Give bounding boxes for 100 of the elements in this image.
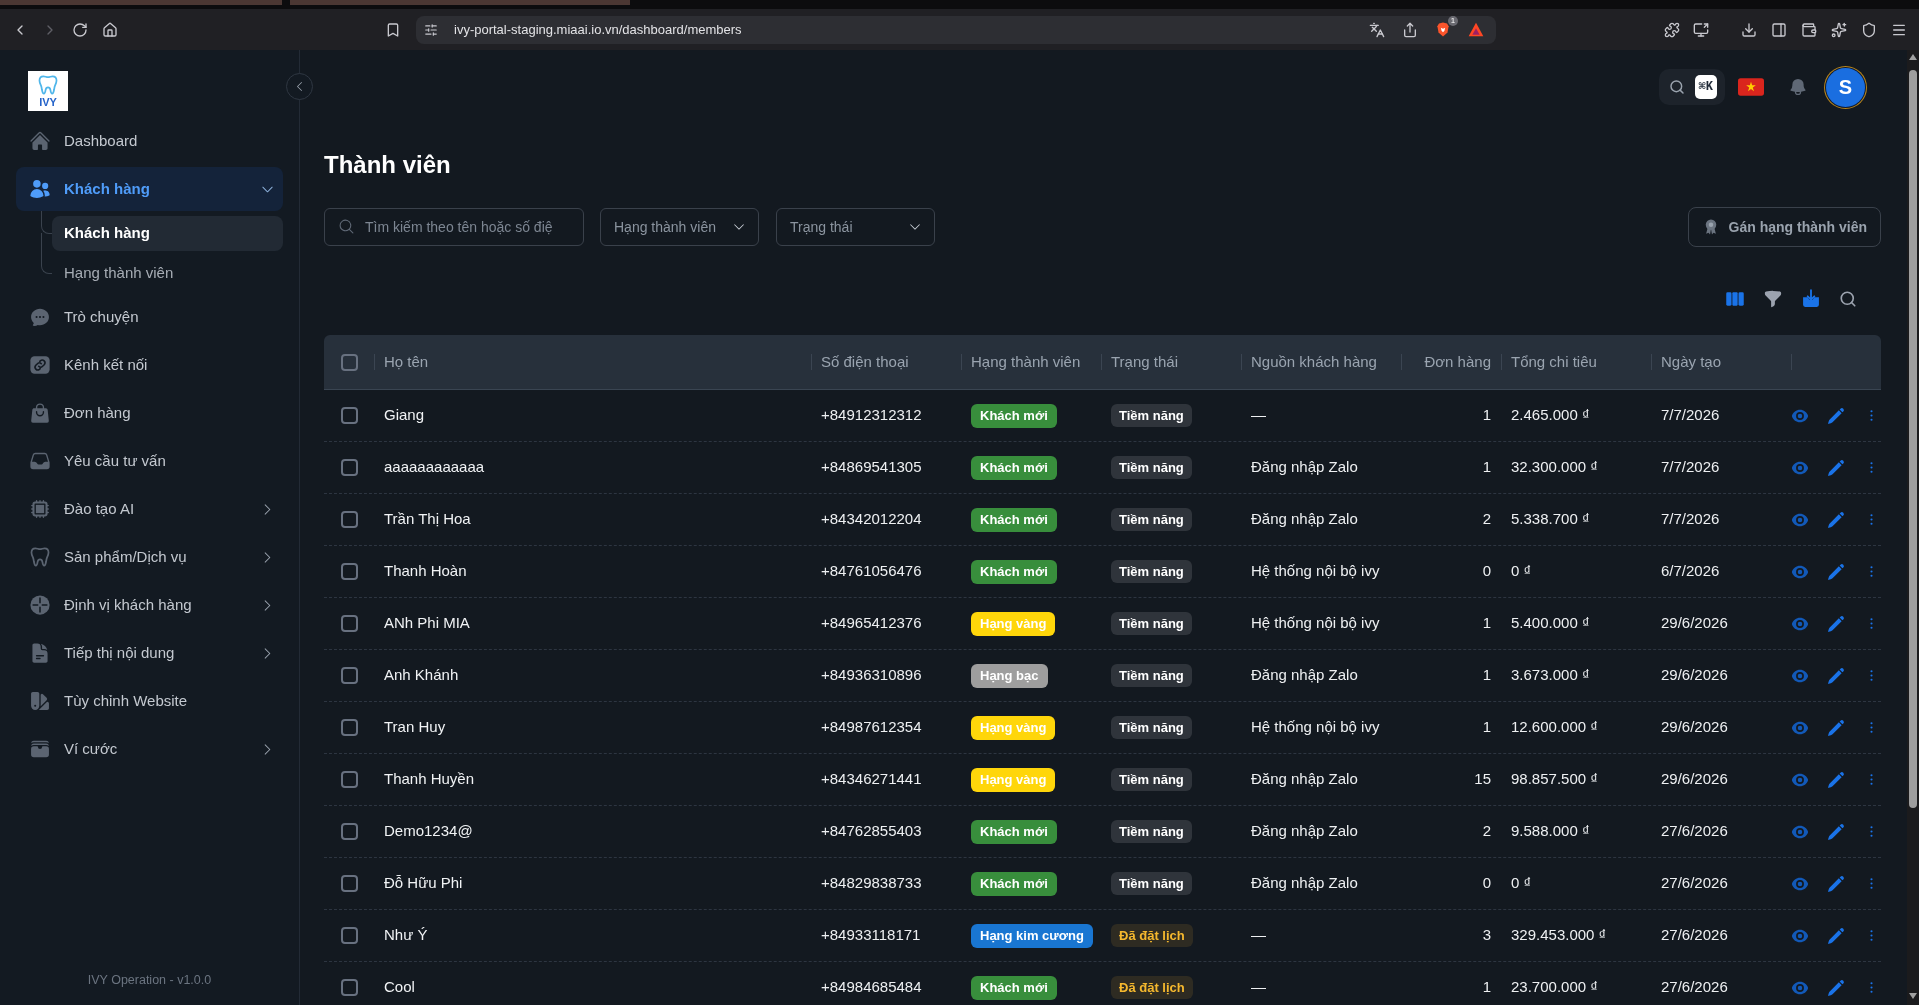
sidebar-item[interactable]: Sản phẩm/Dịch vụ [16,535,283,579]
users-icon [29,178,51,200]
reload-icon[interactable] [72,21,88,38]
tier-badge: Khách mới [971,975,1057,1000]
status-badge: Tiềm năng [1111,820,1192,843]
order-count: 0 [1482,873,1491,894]
pencil-icon[interactable] [1827,770,1845,789]
scroll-down-arrow-icon[interactable] [1909,993,1917,999]
phone-number: +84869541305 [821,457,922,478]
total-spent: 32.300.000 ₫ [1511,457,1598,478]
address-bar[interactable]: ivy-portal-staging.miaai.io.vn/dashboard/members 1 [416,15,1496,44]
sidebar-item[interactable]: Đào tạo AI [16,487,283,531]
wallet-icon[interactable] [1801,21,1817,38]
customer-name: Thanh Hoàn [384,561,467,582]
bookmark-icon[interactable] [385,21,401,38]
site-settings-icon[interactable] [424,22,438,37]
sidebar-subitem[interactable]: Hạng thành viên [52,256,283,291]
status-dropdown[interactable]: Trạng thái [776,208,935,246]
puzzle-icon[interactable] [1664,21,1680,38]
pencil-icon[interactable] [1827,614,1845,633]
sidebar-item[interactable]: Ví cước [16,727,283,771]
scroll-up-arrow-icon[interactable] [1909,54,1917,60]
sidebar-item[interactable]: Tùy chỉnh Website [16,679,283,723]
customer-source: Đăng nhập Zalo [1251,457,1358,478]
status-badge: Tiềm năng [1111,716,1192,739]
sidebar-item[interactable]: Tiếp thị nội dung [16,631,283,675]
pencil-icon[interactable] [1827,978,1845,997]
sparkle-icon[interactable] [1831,21,1847,38]
sidebar-item[interactable]: Đơn hàng [16,391,283,435]
search-button[interactable]: ⌘K [1658,69,1725,105]
sidebar-item[interactable]: Kênh kết nối [16,343,283,387]
screen-icon[interactable] [1693,21,1709,38]
download-icon[interactable] [1801,289,1821,309]
column-header[interactable]: Họ tên [384,350,429,374]
column-header[interactable]: Trạng thái [1111,350,1178,374]
checkbox[interactable] [341,875,358,892]
pencil-icon[interactable] [1827,822,1845,841]
chip-icon [29,498,51,520]
pencil-icon[interactable] [1827,666,1845,685]
home-icon[interactable] [102,21,118,38]
shield-icon[interactable] [1435,21,1451,38]
checkbox[interactable] [341,979,358,996]
sidebar-item[interactable]: Dashboard [16,119,283,163]
sidebar-item[interactable]: Khách hàng [16,167,283,211]
status-badge: Tiềm năng [1111,560,1192,583]
checkbox[interactable] [341,927,358,944]
bell-icon[interactable] [1788,77,1808,97]
download-icon[interactable] [1741,21,1757,38]
sidebar-item[interactable]: Yêu cầu tư vấn [16,439,283,483]
wallet-icon [29,738,51,760]
column-header[interactable]: Nguồn khách hàng [1251,350,1377,374]
checkbox[interactable] [341,407,358,424]
checkbox[interactable] [341,823,358,840]
scrollbar-thumb[interactable] [1909,70,1917,808]
column-header[interactable]: Đơn hàng [1424,350,1491,374]
pencil-icon[interactable] [1827,926,1845,945]
checkbox[interactable] [341,459,358,476]
share-icon[interactable] [1402,21,1418,38]
columns-icon[interactable] [1725,289,1745,309]
column-header[interactable]: Số điện thoại [821,350,909,374]
pencil-icon[interactable] [1827,562,1845,581]
pencil-icon[interactable] [1827,510,1845,529]
pencil-icon[interactable] [1827,874,1845,893]
scrollbar[interactable] [1907,50,1919,1005]
column-header[interactable]: Ngày tạo [1661,350,1722,374]
translate-icon[interactable] [1369,21,1385,38]
customer-source: — [1251,925,1266,946]
search-icon [338,218,355,235]
phone-number: +84912312312 [821,405,922,426]
sidebar-subitem[interactable]: Khách hàng [52,216,283,251]
pencil-icon[interactable] [1827,458,1845,477]
checkbox[interactable] [341,563,358,580]
sidebar-item[interactable]: Trò chuyện [16,295,283,339]
status-badge: Tiềm năng [1111,664,1192,687]
filter-icon[interactable] [1763,289,1783,309]
checkbox[interactable] [341,615,358,632]
assign-tier-button[interactable]: Gán hạng thành viên [1687,207,1881,247]
order-count: 15 [1474,769,1491,790]
pencil-icon[interactable] [1827,406,1845,425]
shield-icon[interactable] [1861,21,1877,38]
customer-name: Anh Khánh [384,665,459,686]
checkbox[interactable] [341,771,358,788]
order-count: 1 [1482,613,1491,634]
flag-icon[interactable] [1738,77,1764,97]
search-field[interactable]: Tìm kiếm theo tên hoặc số điệ [324,208,584,246]
checkbox[interactable] [341,353,358,371]
checkbox[interactable] [341,667,358,684]
sidebar-item[interactable]: Định vị khách hàng [16,583,283,627]
checkbox[interactable] [341,511,358,528]
avatar[interactable]: S [1826,67,1865,107]
column-header[interactable]: Tổng chi tiêu [1511,350,1597,374]
tier-badge: Khách mới [971,403,1057,428]
tier-dropdown[interactable]: Hạng thành viên [600,208,759,246]
created-date: 27/6/2026 [1661,821,1728,842]
triangle-icon[interactable] [1468,22,1484,37]
search-icon[interactable] [1839,290,1857,308]
sidebar-panel-icon[interactable] [1771,21,1787,38]
checkbox[interactable] [341,719,358,736]
column-header[interactable]: Hạng thành viên [971,350,1081,374]
pencil-icon[interactable] [1827,718,1845,737]
